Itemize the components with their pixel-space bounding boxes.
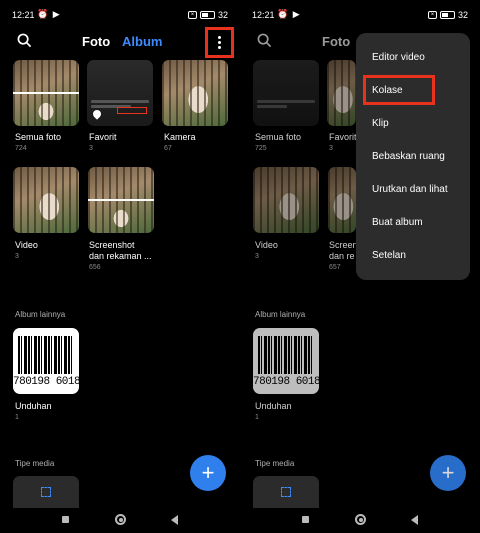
recents-icon[interactable] <box>62 516 69 523</box>
recents-icon[interactable] <box>302 516 309 523</box>
gallery-header: Foto Album <box>0 27 240 58</box>
home-icon[interactable] <box>115 514 126 525</box>
home-icon[interactable] <box>355 514 366 525</box>
album-thumb-favorit[interactable] <box>327 60 356 126</box>
album-thumb-semua-foto[interactable] <box>253 60 319 126</box>
system-nav-bar <box>0 513 240 527</box>
album-name: Unduhan <box>255 401 292 411</box>
album-count: 657 <box>329 264 341 271</box>
album-name: Semua foto <box>15 132 62 142</box>
scan-icon <box>281 487 291 497</box>
battery-level: 32 <box>457 10 468 20</box>
album-thumb-screenshot[interactable] <box>88 167 154 233</box>
status-time: 12:21 <box>12 10 35 20</box>
more-vert-icon <box>218 36 221 49</box>
album-name: Kamera <box>164 132 196 142</box>
menu-item-kolase[interactable]: Kolase <box>372 85 403 96</box>
album-thumb-unduhan[interactable]: 780198 60183 <box>253 328 319 394</box>
notification-icons: ⏰ ▶ <box>277 9 301 19</box>
phone-screen-left: 12:21 ⏰ ▶ × 32 Foto Album Semua foto 724… <box>0 0 240 533</box>
overflow-menu: Editor video Kolase Klip Bebaskan ruang … <box>356 33 470 280</box>
more-options-button[interactable] <box>205 27 234 58</box>
notification-icons: ⏰ ▶ <box>37 9 61 19</box>
menu-item-klip[interactable]: Klip <box>372 118 389 129</box>
barcode-text: 780198 60183 <box>13 376 79 388</box>
album-thumb-favorit[interactable] <box>87 60 153 126</box>
section-heading-tipe-media: Tipe media <box>255 459 295 468</box>
battery-icon <box>439 11 455 19</box>
album-name-line1: Screenshot <box>89 240 135 250</box>
album-count: 724 <box>15 145 27 152</box>
section-heading-tipe-media: Tipe media <box>15 459 55 468</box>
menu-item-editor-video[interactable]: Editor video <box>372 52 425 63</box>
album-thumb-video[interactable] <box>13 167 79 233</box>
back-icon[interactable] <box>411 515 418 525</box>
menu-item-buat-album[interactable]: Buat album <box>372 217 423 228</box>
album-thumb-kamera[interactable] <box>162 60 228 126</box>
add-album-button[interactable]: + <box>430 455 466 491</box>
album-name: Favorit <box>329 132 357 142</box>
barcode-text: 780198 60183 <box>253 376 319 388</box>
status-bar: 12:21 ⏰ ▶ × 32 <box>240 0 480 30</box>
album-name-line2: dan rekaman ... <box>89 251 152 261</box>
album-name: Video <box>255 240 278 250</box>
tab-album[interactable]: Album <box>122 34 162 49</box>
album-name: Favorit <box>89 132 117 142</box>
system-nav-bar <box>240 513 480 527</box>
menu-item-bebaskan-ruang[interactable]: Bebaskan ruang <box>372 151 445 162</box>
battery-icon <box>199 11 215 19</box>
tab-foto[interactable]: Foto <box>82 34 110 49</box>
album-name: Unduhan <box>15 401 52 411</box>
album-thumb-semua-foto[interactable] <box>13 60 79 126</box>
album-count: 1 <box>255 414 259 421</box>
album-count: 67 <box>164 145 172 152</box>
phone-screen-right: 12:21 ⏰ ▶ × 32 Foto Semua foto 725 Favor… <box>240 0 480 533</box>
album-name: Video <box>15 240 38 250</box>
search-icon[interactable] <box>257 33 272 48</box>
album-thumb-video[interactable] <box>253 167 319 233</box>
heart-icon <box>91 108 103 120</box>
album-count: 3 <box>329 145 333 152</box>
album-name-line2: dan re <box>329 251 355 261</box>
status-time: 12:21 <box>252 10 275 20</box>
search-icon[interactable] <box>17 33 32 48</box>
album-count: 3 <box>15 253 19 260</box>
back-icon[interactable] <box>171 515 178 525</box>
section-heading-album-lainnya: Album lainnya <box>255 310 306 319</box>
scan-icon <box>41 487 51 497</box>
album-count: 656 <box>89 264 101 271</box>
sim-icon: × <box>187 11 197 19</box>
menu-item-setelan[interactable]: Setelan <box>372 250 406 261</box>
battery-level: 32 <box>217 10 228 20</box>
album-name: Semua foto <box>255 132 302 142</box>
add-album-button[interactable]: + <box>190 455 226 491</box>
section-heading-album-lainnya: Album lainnya <box>15 310 66 319</box>
album-count: 725 <box>255 145 267 152</box>
album-thumb-unduhan[interactable]: 780198 60183 <box>13 328 79 394</box>
album-count: 3 <box>89 145 93 152</box>
album-count: 1 <box>15 414 19 421</box>
menu-item-urutkan-dan-lihat[interactable]: Urutkan dan lihat <box>372 184 448 195</box>
album-thumb-screenshot[interactable] <box>328 167 356 233</box>
media-type-card[interactable] <box>253 476 319 508</box>
media-type-card[interactable] <box>13 476 79 508</box>
album-count: 3 <box>255 253 259 260</box>
tab-foto[interactable]: Foto <box>322 34 350 49</box>
sim-icon: × <box>427 11 437 19</box>
status-bar: 12:21 ⏰ ▶ × 32 <box>0 0 240 30</box>
album-name-line1: Screen <box>329 240 358 250</box>
